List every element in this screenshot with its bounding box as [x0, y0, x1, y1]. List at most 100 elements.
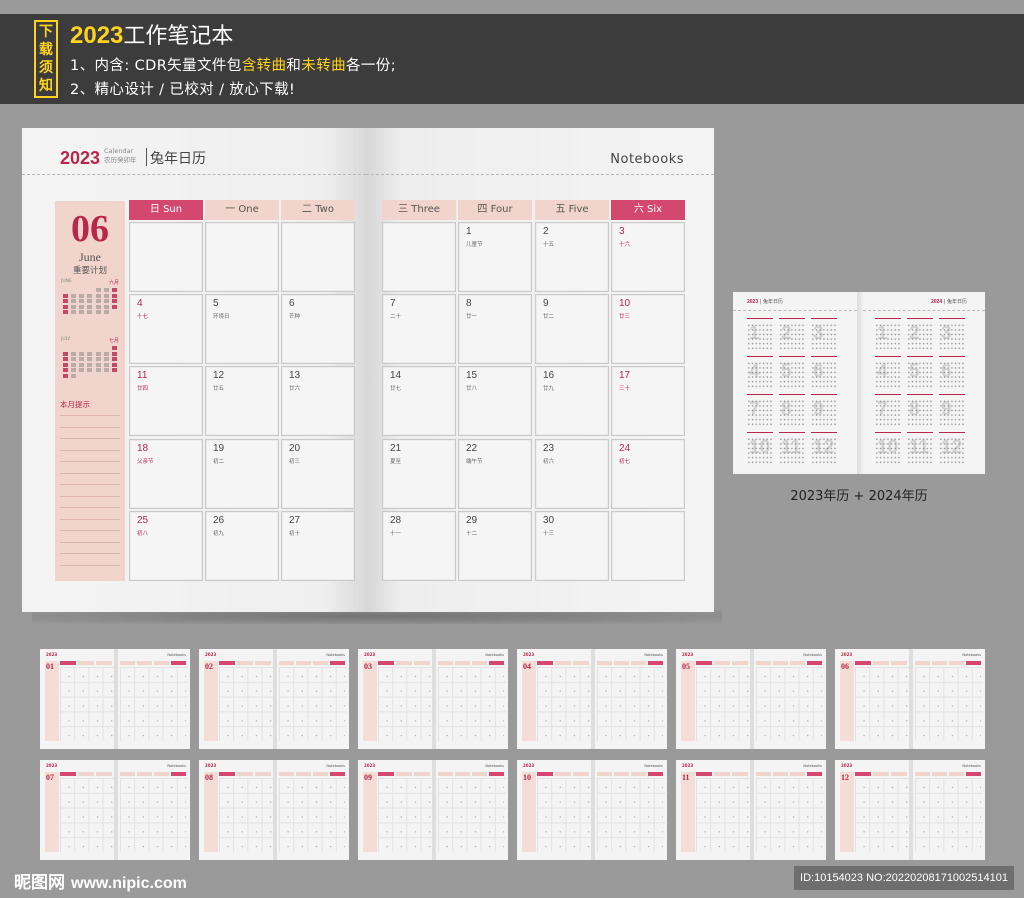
mini-calendar-day	[79, 368, 85, 372]
mini-calendar-day	[87, 293, 93, 298]
month-thumbnail[interactable]: 2023 Notebooks 07	[40, 760, 190, 860]
month-thumbnail[interactable]: 2023 Notebooks 09	[358, 760, 508, 860]
mini-calendar-day	[104, 362, 110, 367]
thumb-weekday-bar	[573, 661, 589, 665]
thumb-spine	[591, 760, 595, 860]
lunar-date: 初六	[543, 459, 555, 465]
preview-month-grid	[875, 323, 901, 351]
mini-calendar-day	[70, 304, 76, 309]
lunar-date: 初十	[289, 531, 301, 537]
thumb-weekday-bar	[60, 661, 76, 665]
preview-month: 4	[875, 356, 901, 390]
preview-month: 10	[875, 432, 901, 466]
calendar-day-cell	[205, 222, 279, 292]
preview-month-rule	[747, 394, 773, 397]
month-thumbnail[interactable]: 2023 Notebooks 04	[517, 649, 667, 749]
thumb-sidebar: 11	[681, 772, 695, 852]
thumb-weekday-bar	[455, 772, 470, 776]
thumb-day-dots	[539, 669, 591, 739]
preview-month-rule	[875, 356, 901, 359]
lunar-date: 初八	[137, 531, 149, 537]
month-thumbnail[interactable]: 2023 Notebooks 06	[835, 649, 985, 749]
mini-calendar-day	[95, 304, 101, 309]
tag-char: 须	[39, 60, 53, 76]
calendar-day-cell: 25 初八	[129, 511, 203, 581]
preview-month-grid	[779, 437, 805, 465]
day-number: 5	[213, 298, 219, 309]
thumb-weekday-bar	[237, 772, 253, 776]
month-thumbnail[interactable]: 2023 Notebooks 01	[40, 649, 190, 749]
thumb-day-dots	[281, 780, 345, 850]
thumb-weekday-bar	[255, 661, 271, 665]
mini-calendar-day	[79, 374, 84, 378]
thumb-weekday-bar	[154, 772, 169, 776]
thumb-weekday-bar	[756, 772, 771, 776]
month-thumbnail[interactable]: 2023 Notebooks 03	[358, 649, 508, 749]
month-thumbnail[interactable]: 2023 Notebooks 08	[199, 760, 349, 860]
mini-calendar-day	[87, 362, 93, 367]
thumb-month-number: 12	[841, 773, 849, 782]
day-number: 10	[619, 298, 631, 309]
calendar-day-cell: 3 十六	[611, 222, 685, 292]
thumb-day-dots	[380, 669, 432, 739]
lunar-date: 十七	[137, 314, 149, 320]
mini-cal-name-cn: 六月	[108, 280, 119, 286]
note-line	[60, 553, 120, 554]
preview-month-rule	[811, 432, 837, 435]
thumb-weekday-bar	[790, 661, 805, 665]
thumb-weekday-bar	[279, 661, 294, 665]
month-thumbnail[interactable]: 2023 Notebooks 11	[676, 760, 826, 860]
thumb-day-dots	[599, 780, 663, 850]
mini-calendar-day	[112, 357, 118, 361]
thumb-day-dots	[221, 669, 273, 739]
thumb-day-dots	[599, 669, 663, 739]
thumb-weekday-bar	[932, 661, 947, 665]
mini-calendar-day	[70, 310, 76, 314]
preview-month-grid	[779, 323, 805, 351]
month-thumbnail[interactable]: 2023 Notebooks 02	[199, 649, 349, 749]
preview-month-grid	[907, 323, 933, 351]
logo-url: www.nipic.com	[71, 875, 187, 892]
calendar-day-cell: 22 端午节	[458, 439, 532, 509]
mini-calendar-day	[95, 362, 101, 367]
site-logo[interactable]: 昵图网 www.nipic.com	[14, 868, 187, 893]
thumb-weekday-bar	[396, 772, 412, 776]
month-thumbnail[interactable]: 2023 Notebooks 10	[517, 760, 667, 860]
mini-calendar-day	[71, 316, 76, 320]
thumb-day-dots	[62, 780, 114, 850]
thumb-weekday-bar	[756, 661, 771, 665]
month-name: June	[79, 250, 101, 264]
mini-calendar-day	[63, 346, 68, 350]
thumb-weekday-bar	[489, 661, 504, 665]
thumb-year: 2023	[841, 763, 853, 768]
calendar-day-cell: 6 芒种	[281, 294, 355, 364]
thumb-weekday-bar	[855, 772, 871, 776]
day-number: 14	[390, 370, 402, 381]
month-thumbnail[interactable]: 2023 Notebooks 12	[835, 760, 985, 860]
dashed-divider	[366, 174, 714, 175]
month-thumbnail[interactable]: 2023 Notebooks 05	[676, 649, 826, 749]
thumb-weekday-bar	[137, 661, 152, 665]
note-line	[60, 415, 120, 416]
calendar-day-cell: 4 十七	[129, 294, 203, 364]
header-lunar-year: 农历癸卯年	[104, 156, 137, 164]
preview-month-rule	[811, 394, 837, 397]
calendar-day-cell: 30 十三	[535, 511, 609, 581]
day-number: 19	[213, 443, 225, 454]
thumb-day-dots	[698, 669, 750, 739]
preview-month-grid	[939, 437, 965, 465]
thumb-day-dots	[62, 669, 114, 739]
thumb-weekday-bar	[949, 772, 964, 776]
mini-calendar-day	[70, 351, 76, 356]
mini-calendar-day	[63, 288, 68, 292]
mini-calendar-day	[104, 293, 110, 298]
mini-calendar-day	[112, 351, 118, 356]
preview-header-title: 兔年日历	[763, 299, 784, 305]
lunar-date: 廿七	[390, 386, 402, 392]
day-number: 7	[390, 298, 396, 309]
day-number: 30	[543, 515, 555, 526]
weekday-header: 三 Three	[382, 200, 456, 220]
thumb-weekday-bar	[171, 661, 186, 665]
thumb-weekday-bar	[537, 661, 553, 665]
note-line	[60, 518, 120, 520]
